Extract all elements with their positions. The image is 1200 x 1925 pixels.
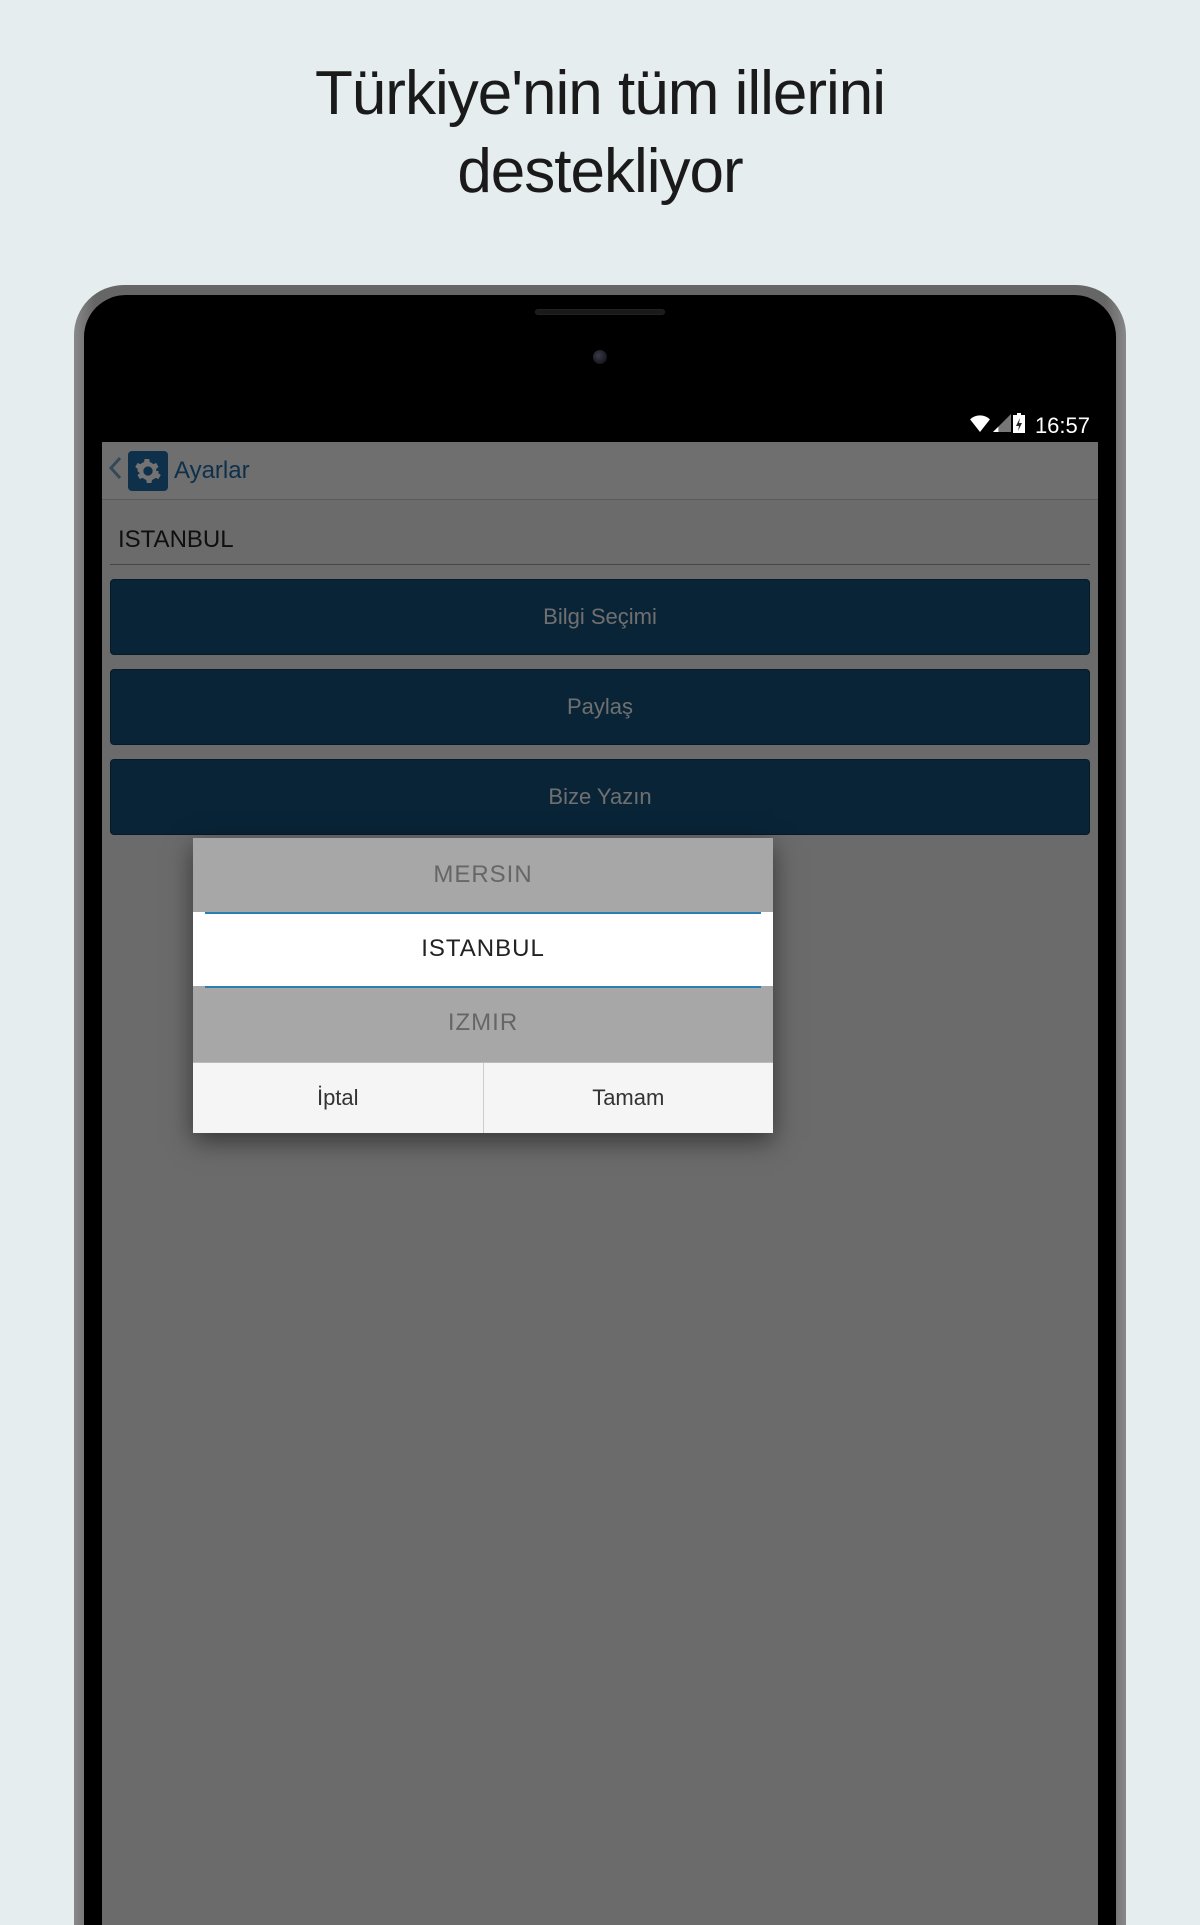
- picker-divider-bottom: [205, 986, 761, 988]
- wifi-icon: [969, 414, 991, 438]
- picker-option-prev[interactable]: MERSIN: [193, 838, 773, 912]
- android-status-bar: 16:57: [102, 410, 1098, 442]
- city-picker-dialog: MERSIN ISTANBUL IZMIR İptal Tamam: [193, 838, 773, 1133]
- app-content-area: Ayarlar ISTANBUL Bilgi Seçimi Paylaş Biz…: [102, 442, 1098, 1925]
- promo-line2: destekliyor: [457, 137, 742, 206]
- dialog-button-row: İptal Tamam: [193, 1062, 773, 1133]
- status-icons: [969, 413, 1025, 439]
- cell-signal-icon: [993, 414, 1011, 438]
- tablet-camera: [593, 350, 607, 364]
- confirm-button[interactable]: Tamam: [484, 1063, 774, 1133]
- modal-backdrop[interactable]: [102, 442, 1098, 1925]
- city-picker-wheel[interactable]: MERSIN ISTANBUL IZMIR: [193, 838, 773, 1062]
- promo-headline: Türkiye'nin tüm illerini destekliyor: [0, 0, 1200, 210]
- picker-option-current[interactable]: ISTANBUL: [193, 912, 773, 986]
- tablet-screen: 16:57 Ayarlar ISTANBUL Bilgi Seçimi Payl…: [102, 410, 1098, 1925]
- picker-divider-top: [205, 912, 761, 914]
- promo-line1: Türkiye'nin tüm illerini: [315, 59, 885, 128]
- tablet-speaker: [535, 309, 665, 315]
- picker-option-next[interactable]: IZMIR: [193, 986, 773, 1060]
- battery-icon: [1013, 413, 1025, 439]
- cancel-button[interactable]: İptal: [193, 1063, 484, 1133]
- tablet-frame: 16:57 Ayarlar ISTANBUL Bilgi Seçimi Payl…: [74, 285, 1126, 1925]
- tablet-bezel: 16:57 Ayarlar ISTANBUL Bilgi Seçimi Payl…: [84, 295, 1116, 1925]
- status-time: 16:57: [1035, 413, 1090, 439]
